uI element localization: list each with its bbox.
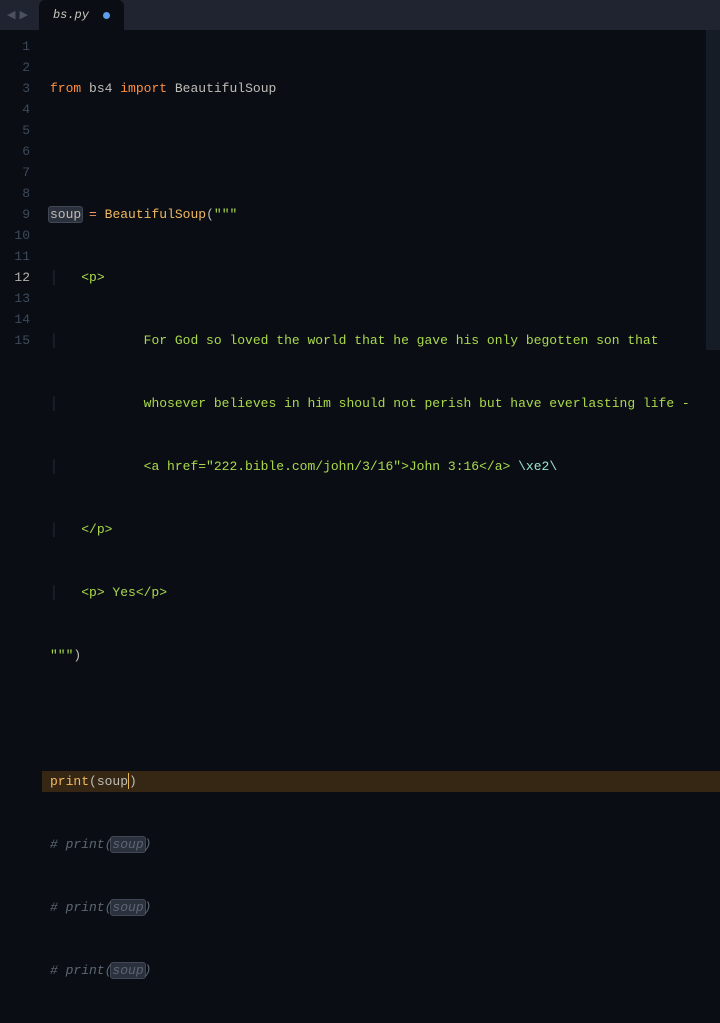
line-number: 9 <box>0 204 30 225</box>
line-number: 13 <box>0 288 30 309</box>
line-number: 3 <box>0 78 30 99</box>
code-line: """) <box>42 645 720 666</box>
code-line: │ <p> <box>42 267 720 288</box>
line-number: 7 <box>0 162 30 183</box>
line-number: 12 <box>0 267 30 288</box>
line-number: 8 <box>0 183 30 204</box>
code-line: soup = BeautifulSoup(""" <box>42 204 720 225</box>
nav-forward-icon[interactable]: ▶ <box>18 8 28 22</box>
code-line: from bs4 import BeautifulSoup <box>42 78 720 99</box>
code-line-active: print(soup) <box>42 771 720 792</box>
word-highlight: soup <box>49 207 82 222</box>
text-cursor <box>128 773 129 789</box>
line-number: 11 <box>0 246 30 267</box>
line-number: 2 <box>0 57 30 78</box>
line-number-gutter: 1 2 3 4 5 6 7 8 9 10 11 12 13 14 15 <box>0 30 42 580</box>
tab-filename: bs.py <box>53 8 89 22</box>
code-line <box>42 141 720 162</box>
tab-bar: ◀ ▶ bs.py <box>0 0 720 30</box>
code-line: │ <a href="222.bible.com/john/3/16">John… <box>42 456 720 477</box>
code-area[interactable]: from bs4 import BeautifulSoup soup = Bea… <box>42 30 720 580</box>
tab-nav-arrows: ◀ ▶ <box>0 0 35 30</box>
word-highlight: soup <box>111 963 144 978</box>
line-number: 6 <box>0 141 30 162</box>
tab-file[interactable]: bs.py <box>39 0 124 30</box>
word-highlight: soup <box>111 837 144 852</box>
code-line: # print(soup) <box>42 834 720 855</box>
code-line: # print(soup) <box>42 897 720 918</box>
word-highlight: soup <box>111 900 144 915</box>
line-number: 14 <box>0 309 30 330</box>
code-line <box>42 708 720 729</box>
minimap-scrollbar[interactable] <box>706 30 720 350</box>
nav-back-icon[interactable]: ◀ <box>6 8 16 22</box>
code-line: │ For God so loved the world that he gav… <box>42 330 720 351</box>
dirty-indicator-icon <box>103 12 110 19</box>
code-line: │ </p> <box>42 519 720 540</box>
code-line: │ <p> Yes</p> <box>42 582 720 603</box>
code-line: # print(soup) <box>42 960 720 981</box>
line-number: 5 <box>0 120 30 141</box>
line-number: 15 <box>0 330 30 351</box>
code-line: │ whosever believes in him should not pe… <box>42 393 720 414</box>
line-number: 10 <box>0 225 30 246</box>
line-number: 4 <box>0 99 30 120</box>
editor[interactable]: 1 2 3 4 5 6 7 8 9 10 11 12 13 14 15 from… <box>0 30 720 580</box>
line-number: 1 <box>0 36 30 57</box>
